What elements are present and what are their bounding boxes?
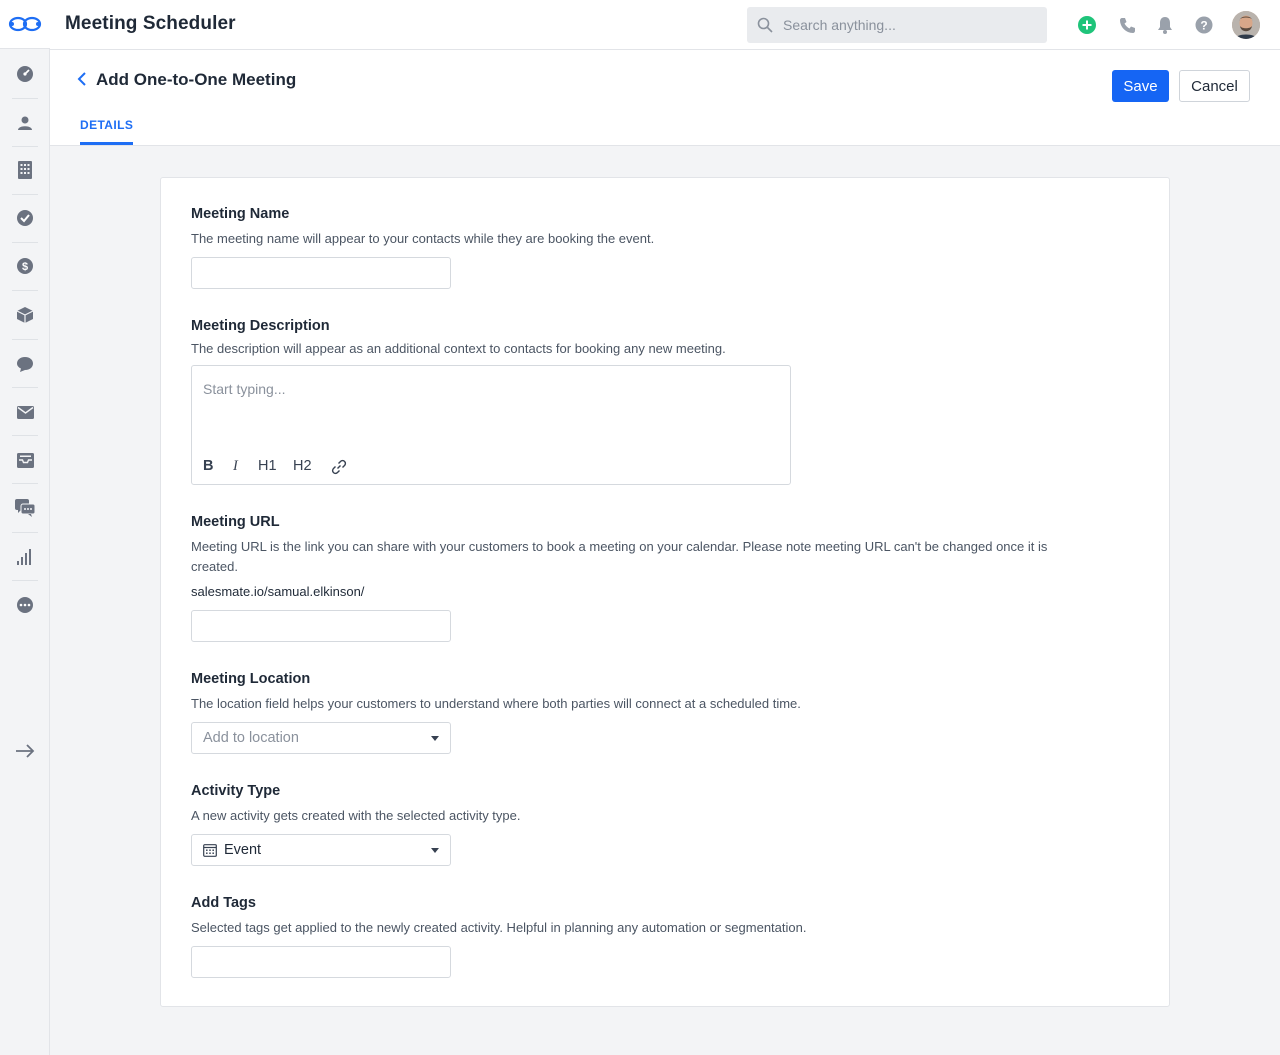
bell-icon[interactable] bbox=[1155, 15, 1175, 35]
h1-button[interactable]: H1 bbox=[258, 458, 277, 474]
add-tags-help: Selected tags get applied to the newly c… bbox=[191, 920, 807, 935]
search-icon bbox=[757, 17, 773, 33]
activity-type-select[interactable]: Event bbox=[191, 834, 451, 866]
meeting-url-help-2: created. bbox=[191, 559, 238, 574]
activity-type-label: Activity Type bbox=[191, 783, 281, 799]
meeting-description-label: Meeting Description bbox=[191, 318, 330, 334]
location-select[interactable]: Add to location bbox=[191, 722, 451, 754]
more-icon[interactable] bbox=[13, 593, 37, 617]
svg-text:?: ? bbox=[1200, 19, 1207, 33]
caret-down-icon bbox=[431, 736, 439, 741]
form-card: Meeting Name The meeting name will appea… bbox=[160, 177, 1170, 1007]
page-header: Add One-to-One Meeting DETAILS Save Canc… bbox=[50, 50, 1280, 146]
meeting-url-input[interactable] bbox=[191, 610, 451, 642]
expand-arrow-icon[interactable] bbox=[13, 739, 37, 763]
meeting-location-label: Meeting Location bbox=[191, 671, 311, 687]
search-box[interactable] bbox=[747, 7, 1047, 43]
description-editor[interactable]: Start typing... B I H1 H2 bbox=[191, 365, 791, 485]
deals-icon[interactable]: $ bbox=[13, 254, 37, 278]
meeting-description-help: The description will appear as an additi… bbox=[191, 341, 726, 356]
meeting-url-prefix: salesmate.io/samual.elkinson/ bbox=[191, 584, 365, 599]
tags-input[interactable] bbox=[191, 946, 451, 978]
page-title: Add One-to-One Meeting bbox=[96, 70, 297, 89]
meeting-url-label: Meeting URL bbox=[191, 514, 280, 530]
app-title: Meeting Scheduler bbox=[65, 13, 236, 34]
cancel-button[interactable]: Cancel bbox=[1179, 70, 1250, 102]
app-logo[interactable] bbox=[0, 0, 50, 49]
save-button[interactable]: Save bbox=[1112, 70, 1169, 102]
back-chevron-icon[interactable] bbox=[77, 72, 87, 91]
email-icon[interactable] bbox=[13, 400, 37, 424]
search-input[interactable] bbox=[783, 7, 1038, 43]
activity-type-value: Event bbox=[224, 842, 262, 858]
meeting-name-label: Meeting Name bbox=[191, 206, 290, 222]
meeting-name-help: The meeting name will appear to your con… bbox=[191, 231, 655, 246]
phone-icon[interactable] bbox=[1117, 15, 1137, 35]
companies-icon[interactable] bbox=[13, 158, 37, 182]
avatar[interactable] bbox=[1232, 11, 1260, 39]
svg-text:$: $ bbox=[22, 261, 28, 273]
activity-type-help: A new activity gets created with the sel… bbox=[191, 808, 521, 823]
meeting-location-help: The location field helps your customers … bbox=[191, 696, 801, 711]
inbox-icon[interactable] bbox=[13, 448, 37, 472]
italic-button[interactable]: I bbox=[233, 458, 238, 475]
products-icon[interactable] bbox=[13, 303, 37, 327]
bold-button[interactable]: B bbox=[203, 458, 213, 474]
sidebar: $ bbox=[0, 0, 50, 1055]
meeting-url-help-1: Meeting URL is the link you can share wi… bbox=[191, 539, 1048, 554]
caret-down-icon bbox=[431, 848, 439, 853]
reports-icon[interactable] bbox=[13, 545, 37, 569]
meeting-name-input[interactable] bbox=[191, 257, 451, 289]
calendar-icon bbox=[203, 843, 217, 862]
tasks-icon[interactable] bbox=[13, 206, 37, 230]
tab-details[interactable]: DETAILS bbox=[80, 118, 134, 145]
chat-icon[interactable] bbox=[13, 352, 37, 376]
add-icon[interactable] bbox=[1077, 15, 1097, 35]
contacts-icon[interactable] bbox=[13, 111, 37, 135]
location-placeholder: Add to location bbox=[203, 730, 299, 746]
add-tags-label: Add Tags bbox=[191, 895, 256, 911]
dashboard-icon[interactable] bbox=[13, 62, 37, 86]
top-bar: Meeting Scheduler ? bbox=[50, 0, 1280, 50]
h2-button[interactable]: H2 bbox=[293, 458, 312, 474]
help-icon[interactable]: ? bbox=[1194, 15, 1214, 35]
messages-icon[interactable] bbox=[13, 496, 37, 520]
description-placeholder: Start typing... bbox=[203, 381, 286, 397]
logo-icon bbox=[8, 16, 42, 32]
link-icon[interactable] bbox=[331, 459, 347, 479]
